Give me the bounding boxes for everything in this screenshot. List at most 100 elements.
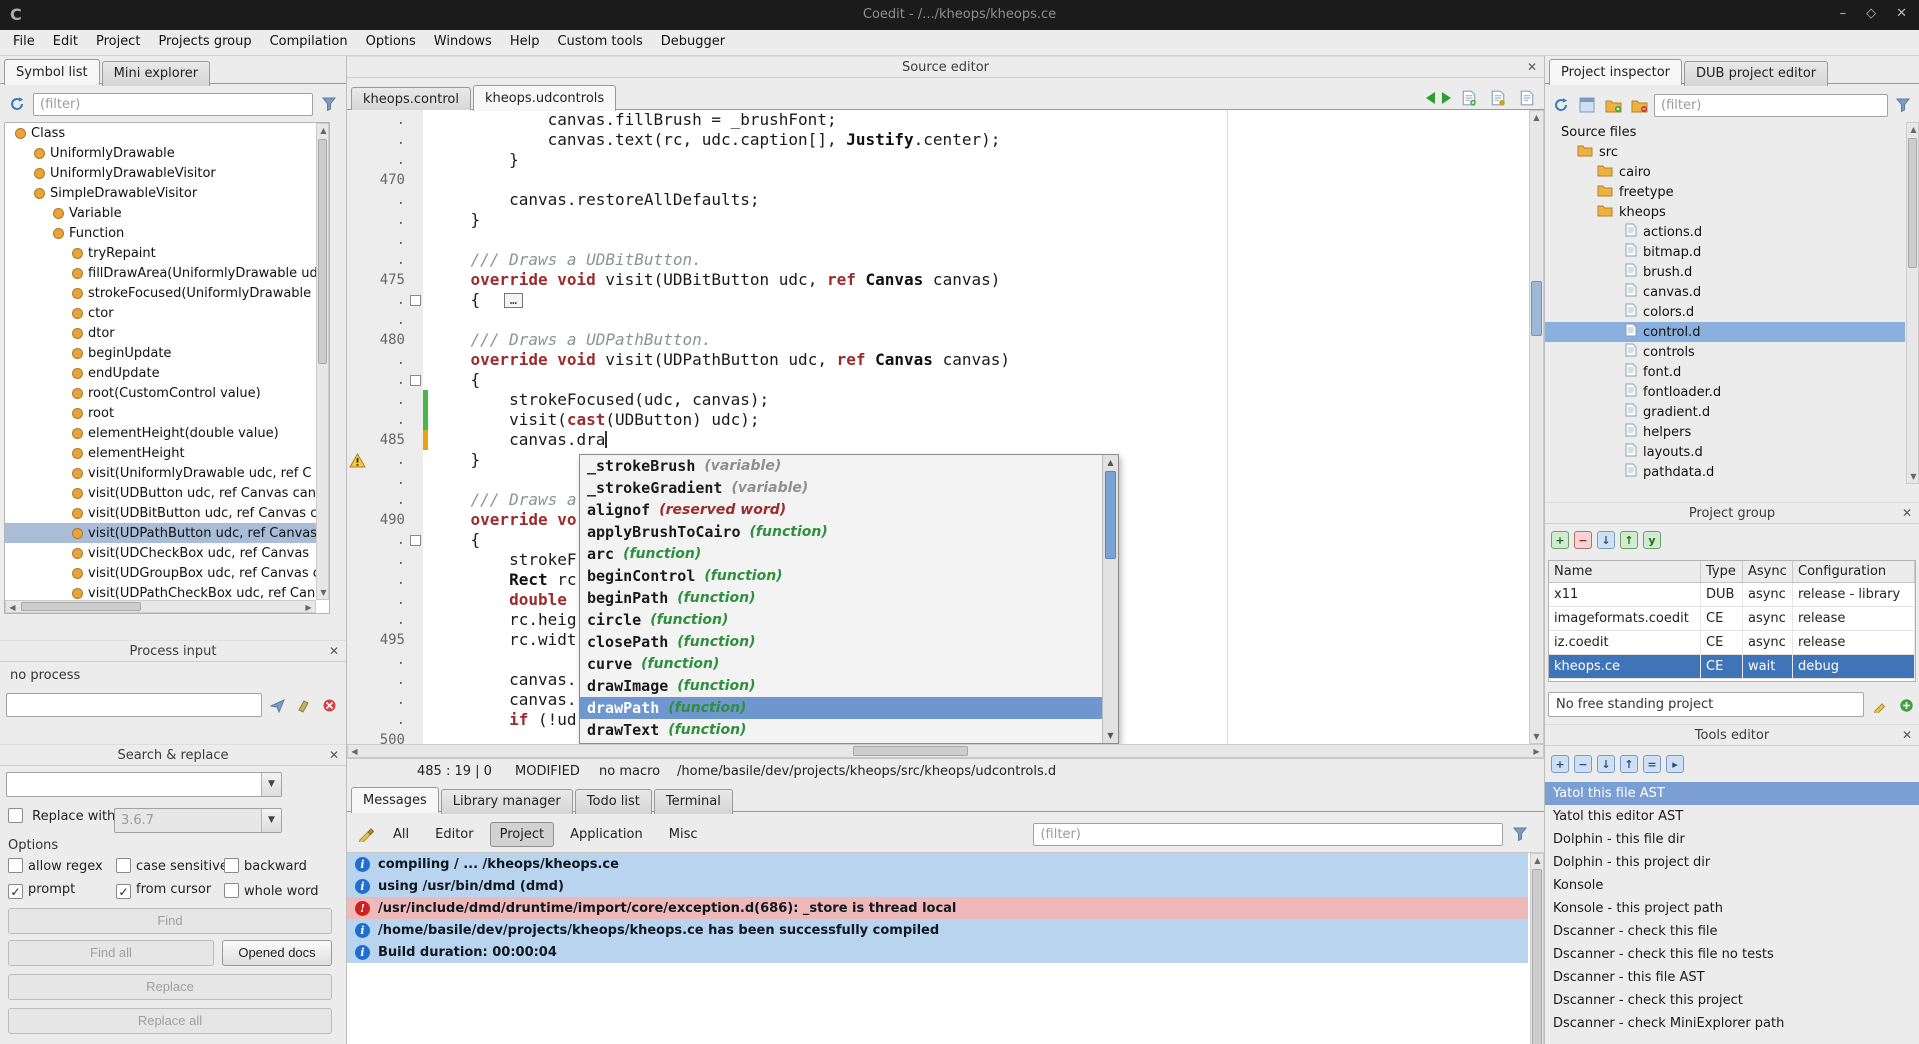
fold-marker[interactable] bbox=[408, 295, 423, 306]
edit-free-project-icon[interactable] bbox=[1869, 694, 1891, 716]
gutter[interactable]: . bbox=[347, 310, 423, 330]
tool-item[interactable]: Dolphin - this file dir bbox=[1545, 828, 1919, 851]
message-filter-button[interactable]: Project bbox=[490, 822, 554, 847]
messages-tab[interactable]: Messages bbox=[351, 787, 439, 813]
add-tool-icon[interactable]: + bbox=[1551, 755, 1569, 773]
gutter[interactable]: . bbox=[347, 150, 423, 170]
checkbox[interactable] bbox=[116, 858, 131, 873]
file-tree-item[interactable]: gradient.d bbox=[1545, 402, 1905, 422]
tool-item[interactable]: Dscanner - check this project bbox=[1545, 989, 1919, 1012]
file-tree-item[interactable]: actions.d bbox=[1545, 222, 1905, 242]
detach-document-icon[interactable] bbox=[1516, 87, 1538, 109]
search-term-combo[interactable]: ▼ bbox=[6, 772, 282, 797]
tool-item[interactable]: Yatol this file AST bbox=[1545, 782, 1919, 805]
message-filter-button[interactable]: Editor bbox=[425, 822, 483, 847]
tool-item[interactable]: Yatol this editor AST bbox=[1545, 805, 1919, 828]
symbol-tree-item[interactable]: visit(UDPathButton udc, ref Canvas bbox=[5, 523, 329, 543]
tool-item[interactable]: Dscanner - check MiniExplorer path bbox=[1545, 1012, 1919, 1035]
completion-item[interactable]: drawText (function) bbox=[580, 719, 1102, 741]
completion-item[interactable]: drawPath (function) bbox=[580, 697, 1102, 719]
tool-item[interactable]: Dscanner - check this file bbox=[1545, 920, 1919, 943]
file-tree-item[interactable]: control.d bbox=[1545, 322, 1905, 342]
gutter[interactable]: . bbox=[347, 670, 423, 690]
remove-tool-icon[interactable]: − bbox=[1574, 755, 1592, 773]
filter-funnel-icon[interactable] bbox=[1509, 823, 1531, 845]
code-line[interactable]: . canvas.fillBrush = _brushFont; bbox=[347, 110, 1544, 130]
checkbox[interactable]: ✓ bbox=[8, 884, 23, 899]
search-option-from-cursor[interactable]: ✓from cursor bbox=[116, 882, 224, 899]
symbol-tree-item[interactable]: Function bbox=[5, 223, 329, 243]
code-line[interactable]: . /// Draws a UDBitButton. bbox=[347, 250, 1544, 270]
source-editor-close-icon[interactable]: ✕ bbox=[1527, 60, 1537, 74]
messages-tab[interactable]: Todo list bbox=[575, 789, 652, 814]
search-option-backward[interactable]: backward bbox=[224, 858, 332, 874]
symbol-tree-item[interactable]: endUpdate bbox=[5, 363, 329, 383]
gutter[interactable]: . bbox=[347, 550, 423, 570]
menu-item[interactable]: Options bbox=[357, 30, 425, 53]
gutter[interactable]: . bbox=[347, 290, 423, 310]
minimize-button[interactable]: – bbox=[1840, 6, 1847, 21]
checkbox[interactable] bbox=[8, 858, 23, 873]
gutter[interactable]: 495 bbox=[347, 630, 423, 650]
completion-item[interactable]: _strokeGradient (variable) bbox=[580, 477, 1102, 499]
gutter[interactable]: . bbox=[347, 250, 423, 270]
editor-vscrollbar[interactable]: ▲ ▼ bbox=[1529, 110, 1544, 744]
messages-tab[interactable]: Terminal bbox=[654, 789, 733, 814]
refresh-icon[interactable] bbox=[1550, 94, 1572, 116]
checkbox[interactable] bbox=[224, 858, 239, 873]
symbol-tree-item[interactable]: visit(UDButton udc, ref Canvas can bbox=[5, 483, 329, 503]
gutter[interactable]: . bbox=[347, 470, 423, 490]
code-line[interactable]: . bbox=[347, 230, 1544, 250]
symbol-tree-item[interactable]: fillDrawArea(UniformlyDrawable ud bbox=[5, 263, 329, 283]
project-row[interactable]: kheops.ce CE wait debug bbox=[1549, 655, 1915, 679]
find-button[interactable]: Find bbox=[8, 908, 332, 934]
code-line[interactable]: . visit(cast(UDButton) udc); bbox=[347, 410, 1544, 430]
gutter[interactable]: 485 bbox=[347, 430, 423, 450]
symbol-tree-item[interactable]: Class bbox=[5, 123, 329, 143]
code-editor[interactable]: . canvas.fillBrush = _brushFont; bbox=[347, 110, 1544, 744]
project-group-close-icon[interactable]: ✕ bbox=[1902, 506, 1912, 520]
code-line[interactable]: . canvas.text(rc, udc.caption[], Justify… bbox=[347, 130, 1544, 150]
symbol-tree-item[interactable]: elementHeight bbox=[5, 443, 329, 463]
fold-marker[interactable] bbox=[408, 535, 423, 546]
checkbox[interactable] bbox=[224, 883, 239, 898]
file-tree-item[interactable]: src bbox=[1545, 142, 1905, 162]
gutter[interactable]: . bbox=[347, 690, 423, 710]
file-tree-item[interactable]: pathdata.d bbox=[1545, 462, 1905, 482]
code-line[interactable]: . override void visit(UDPathButton udc, … bbox=[347, 350, 1544, 370]
tool-item[interactable]: Dolphin - this project dir bbox=[1545, 851, 1919, 874]
gutter[interactable]: . bbox=[347, 530, 423, 550]
menu-item[interactable]: Projects group bbox=[149, 30, 260, 53]
file-tree-item[interactable]: fontloader.d bbox=[1545, 382, 1905, 402]
project-row[interactable]: x11 DUB async release - library bbox=[1549, 583, 1915, 607]
process-input-close-icon[interactable]: ✕ bbox=[329, 644, 339, 658]
code-line[interactable]: 475 override void visit(UDBitButton udc,… bbox=[347, 270, 1544, 290]
symbol-tree-item[interactable]: tryRepaint bbox=[5, 243, 329, 263]
gutter[interactable]: . bbox=[347, 490, 423, 510]
refresh-icon[interactable] bbox=[6, 93, 28, 115]
gutter[interactable]: 470 bbox=[347, 170, 423, 190]
move-project-down-icon[interactable]: ↓ bbox=[1597, 531, 1615, 549]
clone-tool-icon[interactable]: = bbox=[1643, 755, 1661, 773]
tool-item[interactable]: Konsole bbox=[1545, 874, 1919, 897]
add-project-icon[interactable]: + bbox=[1551, 531, 1569, 549]
opened-docs-button[interactable]: Opened docs bbox=[222, 940, 332, 966]
editor-tab[interactable]: kheops.udcontrols bbox=[473, 85, 616, 111]
file-tree-item[interactable]: controls bbox=[1545, 342, 1905, 362]
messages-tab[interactable]: Library manager bbox=[441, 789, 573, 814]
completion-item[interactable]: beginControl (function) bbox=[580, 565, 1102, 587]
menu-item[interactable]: Custom tools bbox=[548, 30, 651, 53]
gutter[interactable]: . bbox=[347, 610, 423, 630]
symbol-tree-vscrollbar[interactable]: ▲ ▼ bbox=[316, 123, 329, 600]
symbol-tree-item[interactable]: ctor bbox=[5, 303, 329, 323]
file-tree-item[interactable]: layouts.d bbox=[1545, 442, 1905, 462]
menu-item[interactable]: Windows bbox=[425, 30, 501, 53]
menu-item[interactable]: Help bbox=[501, 30, 549, 53]
pin-process-icon[interactable] bbox=[292, 694, 314, 716]
gutter[interactable]: . bbox=[347, 410, 423, 430]
completion-item[interactable]: alignof (reserved word) bbox=[580, 499, 1102, 521]
completion-item[interactable]: beginPath (function) bbox=[580, 587, 1102, 609]
gutter[interactable]: 480 bbox=[347, 330, 423, 350]
chevron-down-icon[interactable]: ▼ bbox=[261, 809, 281, 832]
find-all-button[interactable]: Find all bbox=[8, 940, 214, 966]
